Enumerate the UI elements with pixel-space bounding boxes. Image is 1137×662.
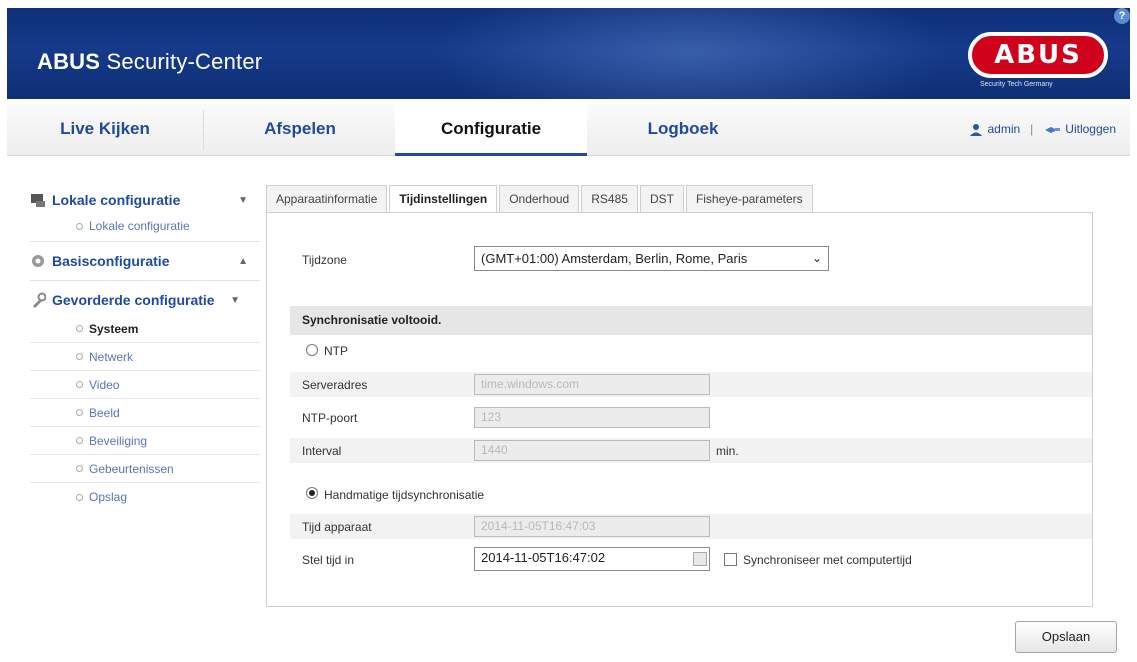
- main-nav: Live Kijken Afspelen Configuratie Logboe…: [7, 104, 1130, 156]
- logo-tagline: Security Tech Germany: [980, 81, 1053, 88]
- tab-device-info[interactable]: Apparaatinformatie: [266, 185, 388, 213]
- user-icon: [970, 123, 983, 136]
- timezone-label: Tijdzone: [302, 253, 347, 267]
- tab-fisheye[interactable]: Fisheye-parameters: [685, 185, 813, 213]
- interval-label: Interval: [302, 444, 342, 458]
- chevron-down-icon: ⌄: [811, 251, 822, 265]
- app-header: ABUS Security-Center ABUS Security Tech …: [7, 8, 1130, 99]
- sidebar-item-security[interactable]: Beveiliging: [30, 427, 260, 455]
- tab-time-settings[interactable]: Tijdinstellingen: [389, 185, 498, 214]
- help-icon[interactable]: ?: [1114, 8, 1130, 24]
- bullet-icon: [76, 465, 83, 472]
- sidebar-item-video[interactable]: Video: [30, 371, 260, 399]
- abus-logo: ABUS Security Tech Germany: [966, 30, 1114, 92]
- server-label: Serveradres: [302, 378, 368, 392]
- interval-field[interactable]: 1440: [474, 440, 710, 461]
- bullet-icon: [76, 325, 83, 332]
- calendar-icon[interactable]: [693, 552, 707, 566]
- bullet-icon: [76, 409, 83, 416]
- app-title: ABUS Security-Center: [37, 49, 263, 74]
- sync-computer-label: Synchroniseer met computertijd: [743, 553, 912, 567]
- chevron-up-icon: ▲: [238, 255, 248, 267]
- sync-computer-checkbox[interactable]: [724, 553, 737, 566]
- logo-text: ABUS: [968, 32, 1108, 78]
- timezone-select[interactable]: (GMT+01:00) Amsterdam, Berlin, Rome, Par…: [474, 246, 829, 271]
- user-area: admin | Uitloggen: [969, 122, 1116, 136]
- divider: [30, 280, 260, 281]
- header-sheen: [430, 8, 950, 99]
- monitor-icon: [31, 194, 45, 207]
- bullet-icon: [76, 437, 83, 444]
- manual-sync-radio[interactable]: [306, 487, 318, 499]
- sidebar-item-storage[interactable]: Opslag: [30, 483, 260, 511]
- ntp-radio[interactable]: [306, 344, 318, 356]
- sidebar-group-label: Gevorderde configuratie: [52, 292, 215, 308]
- bullet-icon: [76, 353, 83, 360]
- bullet-icon: [76, 493, 83, 501]
- sidebar-item-image[interactable]: Beeld: [30, 399, 260, 427]
- divider: [30, 241, 260, 242]
- save-button[interactable]: Opslaan: [1015, 621, 1117, 653]
- sidebar: Lokale configuratie ▼ Lokale configurati…: [30, 185, 260, 511]
- nav-tab-log[interactable]: Logboek: [587, 104, 779, 156]
- settings-tabs: Apparaatinformatie Tijdinstellingen Onde…: [266, 185, 815, 214]
- sync-status-bar: Synchronisatie voltooid.: [290, 306, 1092, 335]
- chevron-down-icon: ▼: [230, 294, 240, 306]
- manual-sync-label: Handmatige tijdsynchronisatie: [324, 488, 485, 502]
- set-time-label: Stel tijd in: [302, 553, 355, 567]
- sidebar-group-label: Basisconfiguratie: [52, 253, 170, 269]
- ntp-port-field[interactable]: 123: [474, 407, 710, 428]
- sidebar-item-network[interactable]: Netwerk: [30, 343, 260, 371]
- device-time-label: Tijd apparaat: [302, 520, 372, 534]
- device-time-field: 2014-11-05T16:47:03: [474, 516, 710, 537]
- sidebar-item-events[interactable]: Gebeurtenissen: [30, 455, 260, 483]
- nav-tab-live-view[interactable]: Live Kijken: [7, 104, 203, 156]
- nav-tab-playback[interactable]: Afspelen: [204, 104, 396, 156]
- sidebar-group-advanced[interactable]: Gevorderde configuratie ▼: [30, 285, 260, 315]
- tab-maintenance[interactable]: Onderhoud: [499, 185, 580, 213]
- server-address-field[interactable]: time.windows.com: [474, 374, 710, 395]
- logout-icon: [1045, 127, 1061, 133]
- nav-tab-configuration[interactable]: Configuratie: [395, 104, 587, 156]
- user-name[interactable]: admin: [987, 122, 1020, 136]
- sidebar-group-label: Lokale configuratie: [52, 192, 181, 208]
- chevron-down-icon: ▼: [238, 194, 248, 206]
- user-separator: |: [1030, 122, 1034, 136]
- interval-unit: min.: [716, 444, 739, 458]
- set-time-field[interactable]: 2014-11-05T16:47:02: [474, 547, 710, 571]
- sidebar-item-local-config[interactable]: Lokale configuratie: [30, 215, 260, 237]
- wrench-icon: [33, 292, 46, 308]
- logout-link[interactable]: Uitloggen: [1065, 122, 1116, 136]
- tab-rs485[interactable]: RS485: [581, 185, 638, 213]
- gear-icon: [32, 255, 44, 267]
- ntp-port-label: NTP-poort: [302, 411, 358, 425]
- bullet-icon: [76, 381, 83, 388]
- sidebar-group-local[interactable]: Lokale configuratie ▼: [30, 185, 260, 215]
- ntp-label: NTP: [324, 344, 348, 358]
- bullet-icon: [76, 222, 83, 230]
- tab-dst[interactable]: DST: [639, 185, 684, 213]
- sidebar-group-basic[interactable]: Basisconfiguratie ▲: [30, 246, 260, 276]
- sidebar-item-system[interactable]: Systeem: [30, 315, 260, 343]
